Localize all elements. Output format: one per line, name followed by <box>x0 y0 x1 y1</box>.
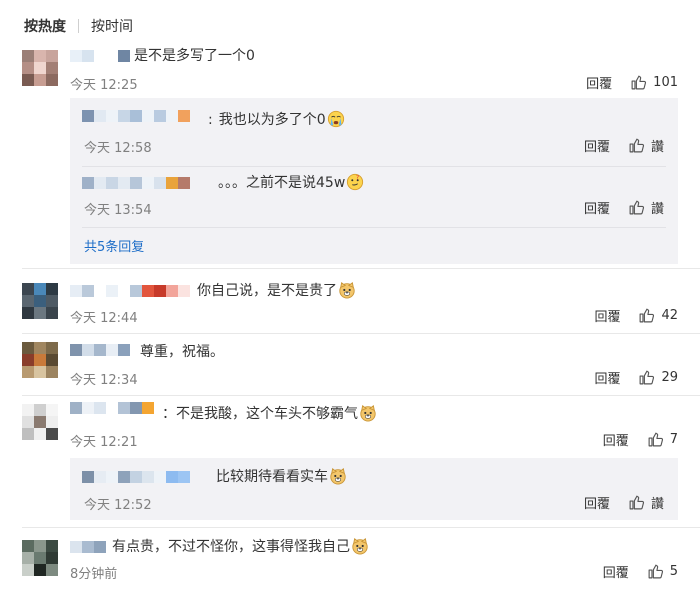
comment-divider <box>22 395 700 396</box>
doge-emoji-icon <box>338 281 356 299</box>
comment-time: 今天 12:34 <box>70 373 138 388</box>
comment-text-content: 你自己说，是不是贵了 <box>197 283 337 299</box>
reply-actions: 回覆 讚 <box>584 136 664 155</box>
like-button[interactable]: 讚 <box>628 198 664 217</box>
reply-text: : 我也以为多了个0 <box>208 110 345 129</box>
thumbs-up-icon <box>647 563 664 580</box>
comment-actions: 回覆 101 <box>586 73 678 92</box>
thumbs-up-icon <box>647 431 664 448</box>
thumbs-up-icon <box>638 307 655 324</box>
thumbs-up-icon <box>630 74 647 91</box>
like-label: 讚 <box>650 202 664 217</box>
reply-button[interactable]: 回覆 <box>584 493 610 512</box>
username-mosaic[interactable] <box>82 110 190 122</box>
comment-text: ：不是我酸，这个车头不够霸气 <box>162 404 377 423</box>
reply-button[interactable]: 回覆 <box>584 198 610 217</box>
thumbs-up-icon <box>638 369 655 386</box>
avatar[interactable] <box>22 540 58 576</box>
doge-emoji-icon <box>359 404 377 422</box>
sort-bar: 按热度 按时间 <box>24 16 133 36</box>
comment-text: 有点贵，不过不怪你，这事得怪我自己 <box>112 537 369 556</box>
comment-text: 尊重，祝福。 <box>140 344 224 360</box>
comment-time: 今天 12:21 <box>70 435 138 450</box>
like-label: 讚 <box>650 140 664 155</box>
comment-divider <box>22 333 700 334</box>
thumbs-up-icon <box>628 494 645 511</box>
sort-divider <box>78 19 79 33</box>
comment-divider <box>22 268 700 269</box>
comment-actions: 回覆 7 <box>603 430 678 449</box>
comment-text: 是不是多写了一个0 <box>134 48 255 64</box>
comment-actions: 回覆 5 <box>603 562 678 581</box>
comment-time: 今天 12:25 <box>70 78 138 93</box>
username-mosaic[interactable] <box>70 344 130 356</box>
like-count: 101 <box>653 75 678 90</box>
username-mosaic[interactable] <box>70 50 130 62</box>
like-count: 42 <box>661 308 678 323</box>
comment-actions: 回覆 29 <box>594 368 678 387</box>
comment-text-content: ：不是我酸，这个车头不够霸气 <box>162 406 358 422</box>
like-button[interactable]: 101 <box>630 74 678 91</box>
reply-time: 今天 12:52 <box>84 498 152 513</box>
reply-text-content: 。。。之前不是说45w <box>218 175 346 191</box>
like-count: 7 <box>669 432 678 447</box>
doge-emoji-icon <box>351 537 369 555</box>
reply-button[interactable]: 回覆 <box>594 306 620 325</box>
like-button[interactable]: 29 <box>638 369 678 386</box>
like-button[interactable]: 讚 <box>628 136 664 155</box>
reply-actions: 回覆 讚 <box>584 493 664 512</box>
comment-time: 今天 12:44 <box>70 311 138 326</box>
reply-button[interactable]: 回覆 <box>584 136 610 155</box>
reply-time: 今天 12:58 <box>84 141 152 156</box>
comment-text-content: 有点贵，不过不怪你，这事得怪我自己 <box>112 539 350 555</box>
reply-button[interactable]: 回覆 <box>603 430 629 449</box>
comment-time: 8分钟前 <box>70 567 118 582</box>
comment-actions: 回覆 42 <box>594 306 678 325</box>
doge-emoji-icon <box>329 467 347 485</box>
thumbs-up-icon <box>628 137 645 154</box>
reply-time: 今天 13:54 <box>84 203 152 218</box>
username-mosaic[interactable] <box>82 177 190 189</box>
username-mosaic[interactable] <box>70 541 106 553</box>
reply-text: 。。。之前不是说45w <box>218 173 364 192</box>
like-button[interactable]: 42 <box>638 307 678 324</box>
reply-text: 比较期待看看实车 <box>216 467 347 486</box>
comment-text: 你自己说，是不是贵了 <box>197 281 356 300</box>
sort-by-hot-tab[interactable]: 按热度 <box>24 16 66 36</box>
like-button[interactable]: 7 <box>647 431 678 448</box>
like-button[interactable]: 讚 <box>628 493 664 512</box>
reply-button[interactable]: 回覆 <box>586 73 612 92</box>
reply-divider <box>82 166 666 167</box>
like-count: 29 <box>661 370 678 385</box>
reply-button[interactable]: 回覆 <box>594 368 620 387</box>
thumbs-up-icon <box>628 199 645 216</box>
view-more-replies-link[interactable]: 共5条回复 <box>84 236 144 255</box>
reply-text-content: 比较期待看看实车 <box>216 469 328 485</box>
username-mosaic[interactable] <box>70 285 190 297</box>
username-mosaic[interactable] <box>82 471 190 483</box>
sort-by-time-tab[interactable]: 按时间 <box>91 16 133 36</box>
thinking-emoji-icon <box>346 173 364 191</box>
reply-actions: 回覆 讚 <box>584 198 664 217</box>
reply-divider <box>82 227 666 228</box>
avatar[interactable] <box>22 283 58 319</box>
avatar[interactable] <box>22 342 58 378</box>
like-label: 讚 <box>650 497 664 512</box>
comment-divider <box>22 527 700 528</box>
reply-button[interactable]: 回覆 <box>603 562 629 581</box>
crying-emoji-icon <box>327 110 345 128</box>
username-mosaic[interactable] <box>70 402 154 414</box>
avatar[interactable] <box>22 50 58 86</box>
like-count: 5 <box>669 564 678 579</box>
reply-text-content: 我也以为多了个0 <box>218 112 326 128</box>
avatar[interactable] <box>22 404 58 440</box>
like-button[interactable]: 5 <box>647 563 678 580</box>
